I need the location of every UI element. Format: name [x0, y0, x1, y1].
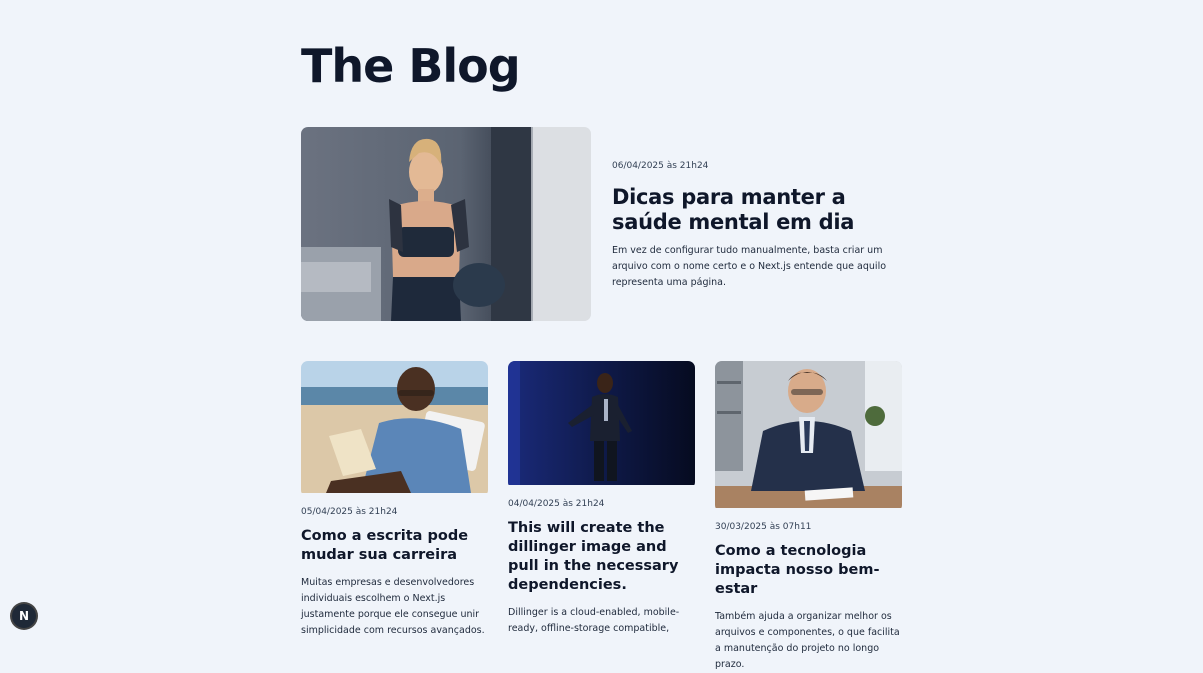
featured-post-excerpt: Em vez de configurar tudo manualmente, b…	[612, 245, 887, 288]
page-title: The Blog	[301, 39, 521, 93]
man-writing-at-desk-photo	[715, 361, 902, 508]
post-card-link[interactable]: This will create the dillinger image and…	[508, 520, 678, 593]
post-card-image[interactable]	[715, 361, 902, 512]
post-card-excerpt: Também ajuda a organizar melhor os arqui…	[715, 611, 900, 670]
featured-post-date: 06/04/2025 às 21h24	[612, 161, 709, 171]
post-card-excerpt: Dillinger is a cloud-enabled, mobile-rea…	[508, 607, 680, 634]
woman-with-gym-bag-photo	[301, 127, 591, 321]
post-card: 05/04/2025 às 21h24 Como a escrita pode …	[301, 361, 488, 639]
nextjs-devtools-button[interactable]: N	[12, 604, 36, 628]
post-card: 04/04/2025 às 21h24 This will create the…	[508, 361, 695, 637]
post-card-title[interactable]: Como a tecnologia impacta nosso bem-esta…	[715, 542, 902, 599]
featured-post: 06/04/2025 às 21h24 Dicas para manter a …	[301, 127, 901, 321]
featured-post-link[interactable]: Dicas para manter a saúde mental em dia	[612, 185, 854, 234]
speaker-on-stage-photo	[508, 361, 695, 485]
post-card-link[interactable]: Como a tecnologia impacta nosso bem-esta…	[715, 543, 880, 597]
post-card-title[interactable]: Como a escrita pode mudar sua carreira	[301, 527, 488, 565]
post-card-date: 04/04/2025 às 21h24	[508, 499, 605, 509]
post-card-link[interactable]: Como a escrita pode mudar sua carreira	[301, 528, 468, 563]
featured-post-title[interactable]: Dicas para manter a saúde mental em dia	[612, 185, 907, 235]
post-card-date: 30/03/2025 às 07h11	[715, 522, 812, 532]
post-card-image[interactable]	[508, 361, 695, 489]
post-card-date: 05/04/2025 às 21h24	[301, 507, 398, 517]
man-reading-on-beach-photo	[301, 361, 488, 493]
featured-post-image[interactable]	[301, 127, 591, 321]
post-card-image[interactable]	[301, 361, 488, 497]
post-card: 30/03/2025 às 07h11 Como a tecnologia im…	[715, 361, 902, 673]
post-card-excerpt: Muitas empresas e desenvolvedores indivi…	[301, 577, 485, 636]
featured-post-text: 06/04/2025 às 21h24 Dicas para manter a …	[612, 160, 907, 291]
post-card-title[interactable]: This will create the dillinger image and…	[508, 519, 695, 595]
